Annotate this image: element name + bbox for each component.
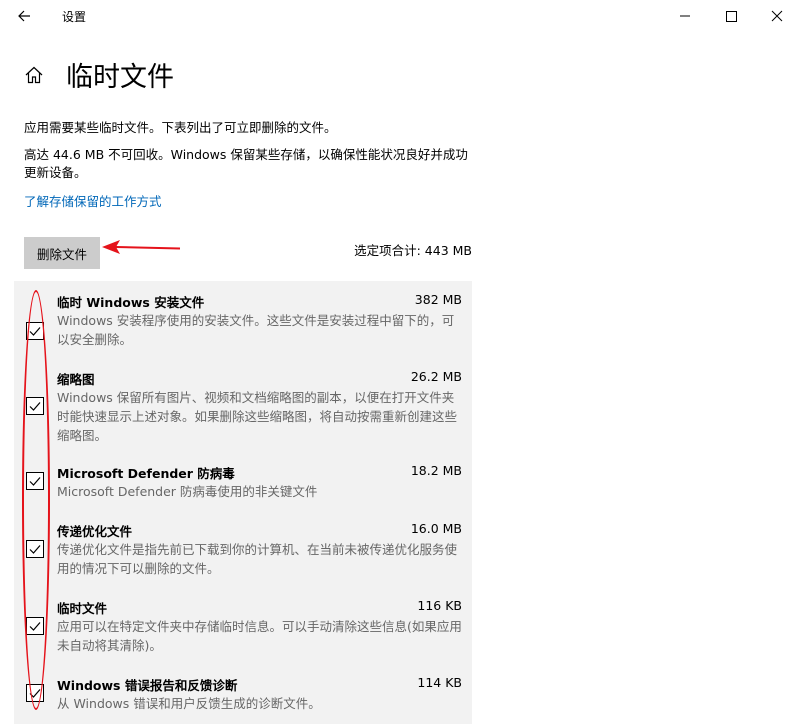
description-text: 应用需要某些临时文件。下表列出了可立即删除的文件。 bbox=[24, 120, 337, 135]
checkbox[interactable] bbox=[26, 322, 44, 340]
page-title: 临时文件 bbox=[66, 62, 174, 93]
app-title: 设置 bbox=[62, 10, 87, 24]
checkmark-icon bbox=[29, 689, 41, 698]
item-name: 缩略图 bbox=[57, 372, 95, 387]
delete-files-button[interactable]: 删除文件 bbox=[24, 237, 100, 269]
checkbox[interactable] bbox=[26, 472, 44, 490]
home-button[interactable] bbox=[24, 65, 44, 85]
item-name: 传递优化文件 bbox=[57, 524, 133, 539]
back-button[interactable] bbox=[14, 6, 36, 26]
checkbox[interactable] bbox=[26, 684, 44, 702]
item-size: 18.2 MB bbox=[410, 463, 462, 478]
checkmark-icon bbox=[29, 327, 41, 336]
item-name: 临时文件 bbox=[57, 601, 108, 616]
home-icon bbox=[25, 66, 43, 84]
close-button[interactable] bbox=[766, 6, 788, 26]
item-size: 26.2 MB bbox=[410, 369, 462, 384]
item-description: Microsoft Defender 防病毒使用的非关键文件 bbox=[57, 484, 318, 499]
maximize-button[interactable] bbox=[720, 6, 742, 26]
temp-files-list: 临时 Windows 安装文件 382 MB Windows 安装程序使用的安装… bbox=[14, 281, 472, 724]
annotation-arrow-icon bbox=[102, 240, 181, 254]
checkbox[interactable] bbox=[26, 540, 44, 558]
checkmark-icon bbox=[29, 402, 41, 411]
item-size: 116 KB bbox=[417, 598, 462, 613]
item-size: 16.0 MB bbox=[410, 521, 462, 536]
storage-reserve-text: 高达 44.6 MB 不可回收。Windows 保留某些存储，以确保性能状况良好… bbox=[24, 147, 468, 180]
learn-more-link[interactable]: 了解存储保留的工作方式 bbox=[24, 191, 162, 210]
item-size: 382 MB bbox=[414, 292, 462, 307]
item-description: Windows 安装程序使用的安装文件。这些文件是安装过程中留下的，可以安全删除… bbox=[57, 313, 455, 347]
maximize-icon bbox=[726, 11, 737, 22]
checkmark-icon bbox=[29, 477, 41, 486]
minimize-icon bbox=[680, 15, 690, 17]
close-icon bbox=[771, 10, 783, 22]
item-description: Windows 保留所有图片、视频和文档缩略图的副本，以便在打开文件夹时能快速显… bbox=[57, 390, 458, 443]
item-name: 临时 Windows 安装文件 bbox=[57, 295, 205, 310]
title-bar: 设置 bbox=[0, 0, 800, 32]
checkmark-icon bbox=[29, 545, 41, 554]
checkbox[interactable] bbox=[26, 397, 44, 415]
minimize-button[interactable] bbox=[674, 6, 696, 26]
back-arrow-icon bbox=[18, 10, 30, 22]
item-description: 从 Windows 错误和用户反馈生成的诊断文件。 bbox=[57, 696, 321, 711]
checkmark-icon bbox=[29, 622, 41, 631]
item-name: Microsoft Defender 防病毒 bbox=[57, 466, 235, 481]
item-size: 114 KB bbox=[417, 675, 462, 690]
selected-total: 选定项合计: 443 MB bbox=[354, 243, 472, 258]
item-description: 应用可以在特定文件夹中存储临时信息。可以手动清除这些信息(如果应用未自动将其清除… bbox=[57, 619, 462, 653]
item-description: 传递优化文件是指先前已下载到你的计算机、在当前未被传递优化服务使用的情况下可以删… bbox=[57, 542, 458, 576]
checkbox[interactable] bbox=[26, 617, 44, 635]
item-name: Windows 错误报告和反馈诊断 bbox=[57, 678, 238, 693]
